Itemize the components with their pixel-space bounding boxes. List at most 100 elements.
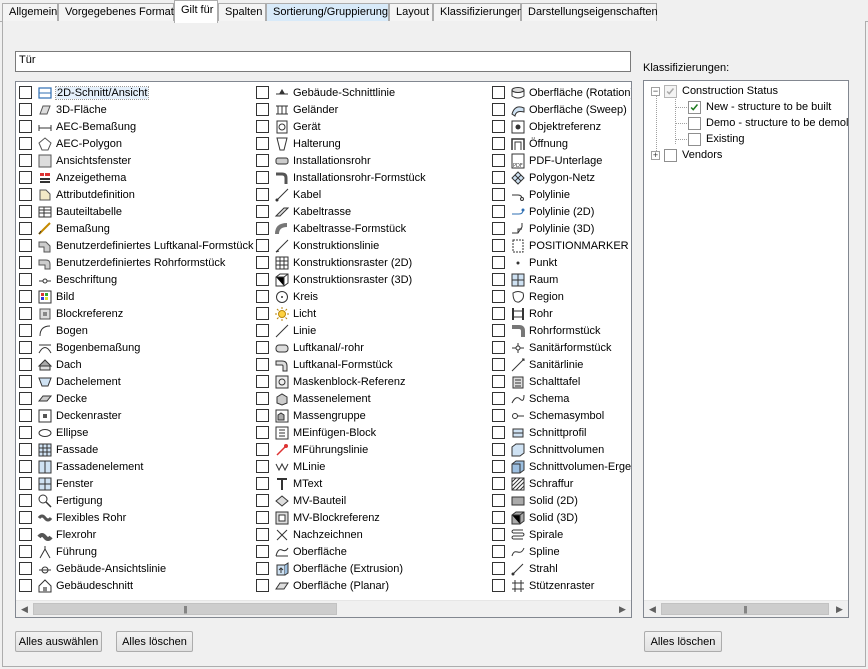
object-type-row[interactable]: PDF PDF-Unterlage: [492, 152, 631, 169]
object-type-checkbox[interactable]: [256, 358, 269, 371]
tab-sortierung[interactable]: Sortierung/Gruppierung: [266, 3, 389, 22]
object-type-checkbox[interactable]: [256, 409, 269, 422]
tree-checkbox[interactable]: [688, 132, 701, 146]
object-type-row[interactable]: POSITIONMARKER: [492, 237, 631, 254]
object-type-row[interactable]: Fenster: [19, 475, 253, 492]
object-type-checkbox[interactable]: [256, 239, 269, 252]
object-type-row[interactable]: Benutzerdefiniertes Luftkanal-Formstück: [19, 237, 253, 254]
object-type-row[interactable]: Führung: [19, 543, 253, 560]
object-type-checkbox[interactable]: [19, 579, 32, 592]
object-type-row[interactable]: Oberfläche (Sweep): [492, 101, 631, 118]
object-type-checkbox[interactable]: [492, 103, 505, 116]
object-type-row[interactable]: Schema: [492, 390, 631, 407]
object-type-row[interactable]: Rohrformstück: [492, 322, 631, 339]
object-type-row[interactable]: Gebäudeschnitt: [19, 577, 253, 594]
tab-vorgegebenes-format[interactable]: Vorgegebenes Format: [58, 3, 174, 22]
object-type-row[interactable]: Konstruktionsraster (2D): [256, 254, 426, 271]
select-all-button[interactable]: Alles auswählen: [15, 631, 102, 652]
object-type-checkbox[interactable]: [19, 120, 32, 133]
object-type-checkbox[interactable]: [492, 205, 505, 218]
object-type-checkbox[interactable]: [492, 392, 505, 405]
object-type-row[interactable]: 2D-Schnitt/Ansicht: [19, 84, 253, 101]
object-type-row[interactable]: AEC-Bemaßung: [19, 118, 253, 135]
object-type-row[interactable]: Bauteiltabelle: [19, 203, 253, 220]
object-type-checkbox[interactable]: [19, 222, 32, 235]
object-type-row[interactable]: Bild: [19, 288, 253, 305]
object-type-checkbox[interactable]: [256, 188, 269, 201]
object-type-row[interactable]: Rohr: [492, 305, 631, 322]
object-type-checkbox[interactable]: [492, 188, 505, 201]
object-type-checkbox[interactable]: [256, 579, 269, 592]
object-type-checkbox[interactable]: [19, 545, 32, 558]
object-type-checkbox[interactable]: [256, 528, 269, 541]
object-type-checkbox[interactable]: [19, 171, 32, 184]
object-type-row[interactable]: Kabeltrasse-Formstück: [256, 220, 426, 237]
object-type-checkbox[interactable]: [19, 256, 32, 269]
object-type-row[interactable]: Kabeltrasse: [256, 203, 426, 220]
object-type-row[interactable]: Decke: [19, 390, 253, 407]
object-type-checkbox[interactable]: [256, 426, 269, 439]
collapse-icon[interactable]: −: [651, 86, 660, 96]
object-type-checkbox[interactable]: [256, 103, 269, 116]
object-type-checkbox[interactable]: [19, 358, 32, 371]
clear-all-classifications-button[interactable]: Alles löschen: [644, 631, 722, 652]
object-type-checkbox[interactable]: [256, 290, 269, 303]
tree-node-construction-status[interactable]: − Construction Status: [651, 83, 778, 99]
object-type-checkbox[interactable]: [492, 273, 505, 286]
object-type-checkbox[interactable]: [492, 494, 505, 507]
object-type-row[interactable]: Strahl: [492, 560, 631, 577]
tab-klassifizierungen[interactable]: Klassifizierungen: [433, 3, 523, 22]
object-type-row[interactable]: Dach: [19, 356, 253, 373]
object-type-row[interactable]: Massenelement: [256, 390, 426, 407]
scroll-thumb[interactable]: |||: [33, 603, 337, 615]
object-type-row[interactable]: Öffnung: [492, 135, 631, 152]
object-type-checkbox[interactable]: [492, 154, 505, 167]
object-type-row[interactable]: Objektreferenz: [492, 118, 631, 135]
tab-darstellungseigenschaften[interactable]: Darstellungseigenschaften: [521, 3, 658, 22]
object-type-row[interactable]: Schnittvolumen: [492, 441, 631, 458]
object-type-checkbox[interactable]: [19, 494, 32, 507]
object-type-checkbox[interactable]: [256, 511, 269, 524]
object-type-checkbox[interactable]: [19, 341, 32, 354]
tree-horizontal-scrollbar[interactable]: ◀ ||| ▶: [644, 600, 848, 617]
object-type-row[interactable]: Polygon-Netz: [492, 169, 631, 186]
object-type-row[interactable]: Schalttafel: [492, 373, 631, 390]
tab-layout[interactable]: Layout: [389, 3, 433, 22]
object-type-row[interactable]: MV-Bauteil: [256, 492, 426, 509]
object-type-checkbox[interactable]: [256, 86, 269, 99]
object-type-checkbox[interactable]: [256, 273, 269, 286]
scroll-right-icon[interactable]: ▶: [831, 601, 848, 617]
object-type-checkbox[interactable]: [256, 154, 269, 167]
object-type-row[interactable]: Gebäude-Ansichtslinie: [19, 560, 253, 577]
object-type-checkbox[interactable]: [256, 460, 269, 473]
object-type-row[interactable]: Schraffur: [492, 475, 631, 492]
object-type-checkbox[interactable]: [256, 120, 269, 133]
tree-node-vendors[interactable]: + Vendors: [651, 147, 722, 163]
object-type-row[interactable]: Polylinie: [492, 186, 631, 203]
object-type-checkbox[interactable]: [492, 358, 505, 371]
object-type-row[interactable]: Sanitärlinie: [492, 356, 631, 373]
object-type-checkbox[interactable]: [256, 545, 269, 558]
object-type-row[interactable]: Luftkanal/-rohr: [256, 339, 426, 356]
object-type-checkbox[interactable]: [256, 562, 269, 575]
scroll-left-icon[interactable]: ◀: [16, 601, 33, 617]
object-type-row[interactable]: Attributdefinition: [19, 186, 253, 203]
tree-checkbox[interactable]: [688, 116, 701, 130]
object-type-checkbox[interactable]: [492, 511, 505, 524]
object-type-row[interactable]: MLinie: [256, 458, 426, 475]
object-type-row[interactable]: Stützenraster: [492, 577, 631, 594]
object-type-checkbox[interactable]: [19, 392, 32, 405]
object-type-row[interactable]: Maskenblock-Referenz: [256, 373, 426, 390]
object-type-row[interactable]: Oberfläche (Rotation): [492, 84, 631, 101]
object-type-row[interactable]: Anzeigethema: [19, 169, 253, 186]
object-type-row[interactable]: Massengruppe: [256, 407, 426, 424]
object-type-row[interactable]: Fassadenelement: [19, 458, 253, 475]
object-type-row[interactable]: Flexibles Rohr: [19, 509, 253, 526]
object-type-checkbox[interactable]: [256, 222, 269, 235]
object-type-checkbox[interactable]: [492, 562, 505, 575]
object-type-checkbox[interactable]: [19, 86, 32, 99]
object-type-checkbox[interactable]: [492, 477, 505, 490]
object-type-row[interactable]: Spirale: [492, 526, 631, 543]
object-type-checkbox[interactable]: [19, 239, 32, 252]
object-type-row[interactable]: Nachzeichnen: [256, 526, 426, 543]
